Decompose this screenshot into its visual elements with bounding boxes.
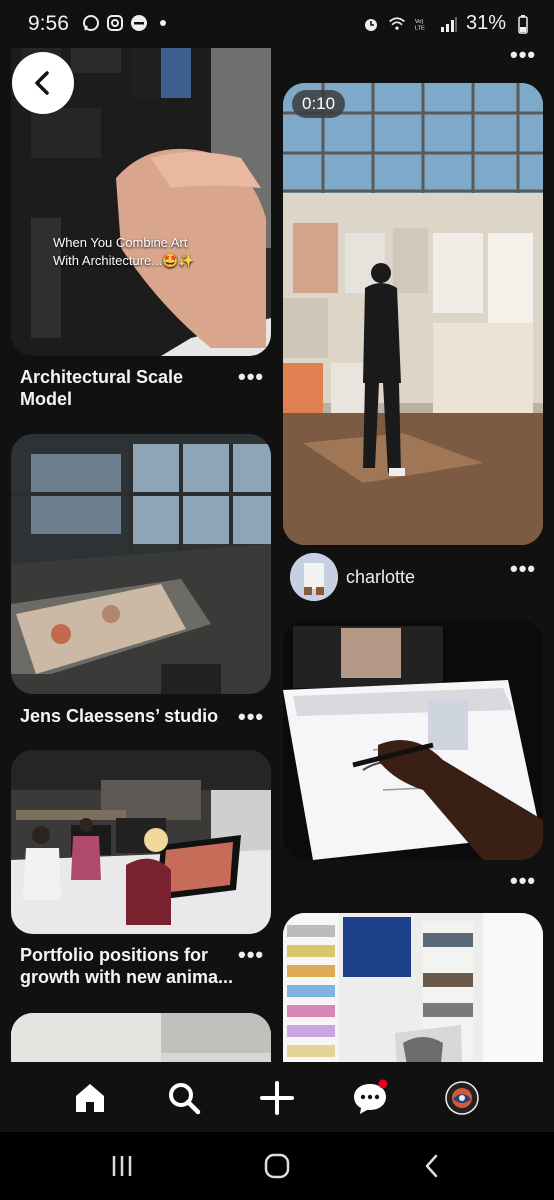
pin-drawing-tablet[interactable]	[283, 620, 543, 860]
pin-title-line2: growth with new anima...	[20, 967, 234, 987]
status-icons-right: Vo) LTE 31%	[362, 12, 532, 35]
pin-image-office	[11, 750, 271, 934]
overlay-caption-line2: With Architecture...🤩✨	[53, 253, 195, 268]
battery-icon	[514, 14, 532, 34]
dnd-icon	[130, 14, 148, 32]
avatar[interactable]	[290, 553, 338, 601]
pin-title-portfolio[interactable]: Portfolio positions for growth with new …	[20, 944, 235, 988]
pin-image-gallery	[283, 83, 543, 545]
back-nav-icon[interactable]	[416, 1150, 448, 1182]
system-navigation-bar	[0, 1132, 554, 1200]
svg-text:LTE: LTE	[415, 25, 425, 31]
avatar-image	[290, 553, 338, 601]
pin-title-architectural-model[interactable]: Architectural Scale Model	[20, 366, 230, 410]
pin-more-button-5[interactable]: •••	[238, 944, 264, 966]
pin-overlay-caption: When You Combine Art With Architecture..…	[53, 234, 223, 270]
home-button-icon[interactable]	[261, 1150, 293, 1182]
pin-image-art-supplies	[283, 913, 543, 1062]
add-icon[interactable]	[257, 1078, 297, 1118]
battery-percent: 31%	[465, 12, 506, 34]
notification-dot	[378, 1079, 388, 1089]
pin-more-button-4[interactable]: •••	[510, 870, 536, 892]
status-time: 9:56	[28, 12, 69, 35]
home-icon[interactable]	[70, 1078, 110, 1118]
dot-icon	[154, 14, 172, 32]
pin-art-supplies[interactable]	[283, 913, 543, 1062]
alarm-icon	[362, 15, 380, 33]
pin-partial-bottom[interactable]	[11, 1013, 271, 1062]
pin-title-line1: Portfolio positions for	[20, 945, 208, 965]
search-icon[interactable]	[164, 1078, 204, 1118]
instagram-icon	[106, 14, 124, 32]
pin-username[interactable]: charlotte	[346, 567, 415, 588]
pin-title-line2: Model	[20, 389, 72, 409]
pin-image-tablet	[283, 620, 543, 860]
pin-gallery-video[interactable]	[283, 83, 543, 545]
pin-portfolio-positions[interactable]	[11, 750, 271, 934]
wifi-icon	[388, 15, 406, 33]
status-icons-left	[82, 14, 172, 32]
video-duration-badge: 0:10	[292, 90, 346, 118]
pin-studio[interactable]	[11, 434, 271, 694]
whatsapp-icon	[82, 14, 100, 32]
recent-apps-icon[interactable]	[106, 1150, 138, 1182]
status-bar: 9:56 Vo) LTE 31%	[0, 0, 554, 48]
pin-more-button-3[interactable]: •••	[238, 706, 264, 728]
messages-icon[interactable]	[350, 1078, 390, 1118]
signal-icon	[440, 15, 458, 33]
pin-feed[interactable]: ••• When You Combine Art With Architectu…	[0, 0, 554, 1062]
bottom-navigation	[0, 1062, 554, 1132]
more-options-button[interactable]: •••	[510, 44, 536, 66]
profile-avatar[interactable]	[442, 1078, 482, 1118]
pin-more-button-2[interactable]: •••	[510, 558, 536, 580]
overlay-caption-line1: When You Combine Art	[53, 235, 188, 250]
pin-title-line1: Architectural Scale	[20, 367, 184, 387]
svg-text:Vo): Vo)	[415, 19, 424, 25]
back-button[interactable]	[12, 52, 74, 114]
chevron-left-icon	[35, 71, 49, 95]
pin-image-studio	[11, 434, 271, 694]
volte-icon: Vo) LTE	[414, 15, 432, 33]
pin-more-button-1[interactable]: •••	[238, 366, 264, 388]
pin-image-partial	[11, 1013, 271, 1062]
pin-title-studio[interactable]: Jens Claessens’ studio	[20, 705, 218, 727]
